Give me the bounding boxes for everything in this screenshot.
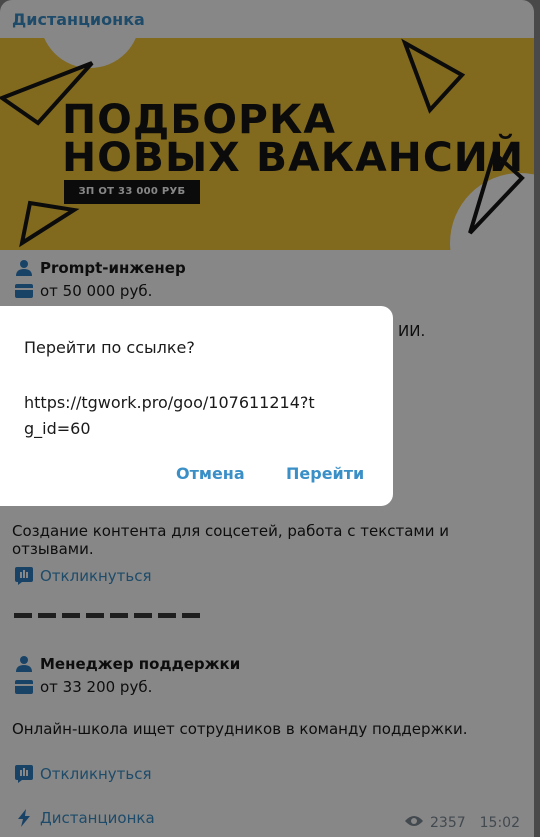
open-link-dialog: Перейти по ссылке? https://tgwork.pro/go… bbox=[0, 306, 393, 506]
dialog-title: Перейти по ссылке? bbox=[24, 338, 195, 357]
dialog-url: https://tgwork.pro/goo/107611214?tg_id=6… bbox=[24, 393, 315, 438]
cancel-button[interactable]: Отмена bbox=[176, 464, 245, 483]
open-link-button[interactable]: Перейти bbox=[286, 464, 364, 483]
